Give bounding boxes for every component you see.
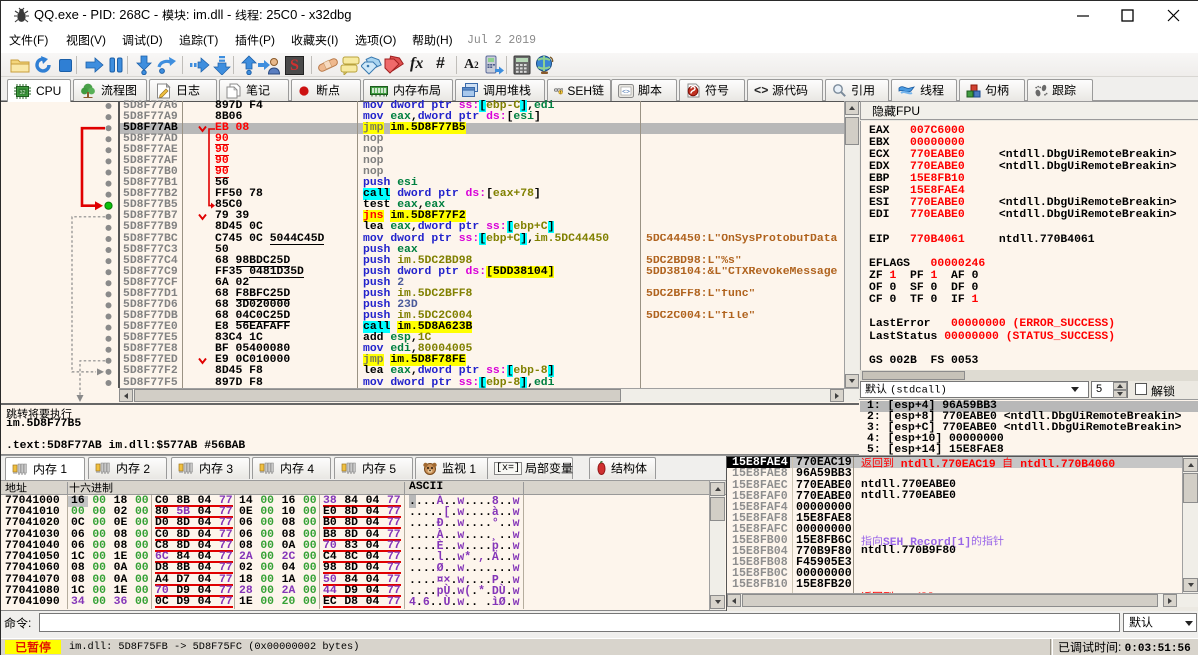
svg-text:<>: <> bbox=[622, 88, 630, 95]
svg-text:32: 32 bbox=[19, 89, 25, 95]
svg-text:!: ! bbox=[560, 90, 561, 94]
